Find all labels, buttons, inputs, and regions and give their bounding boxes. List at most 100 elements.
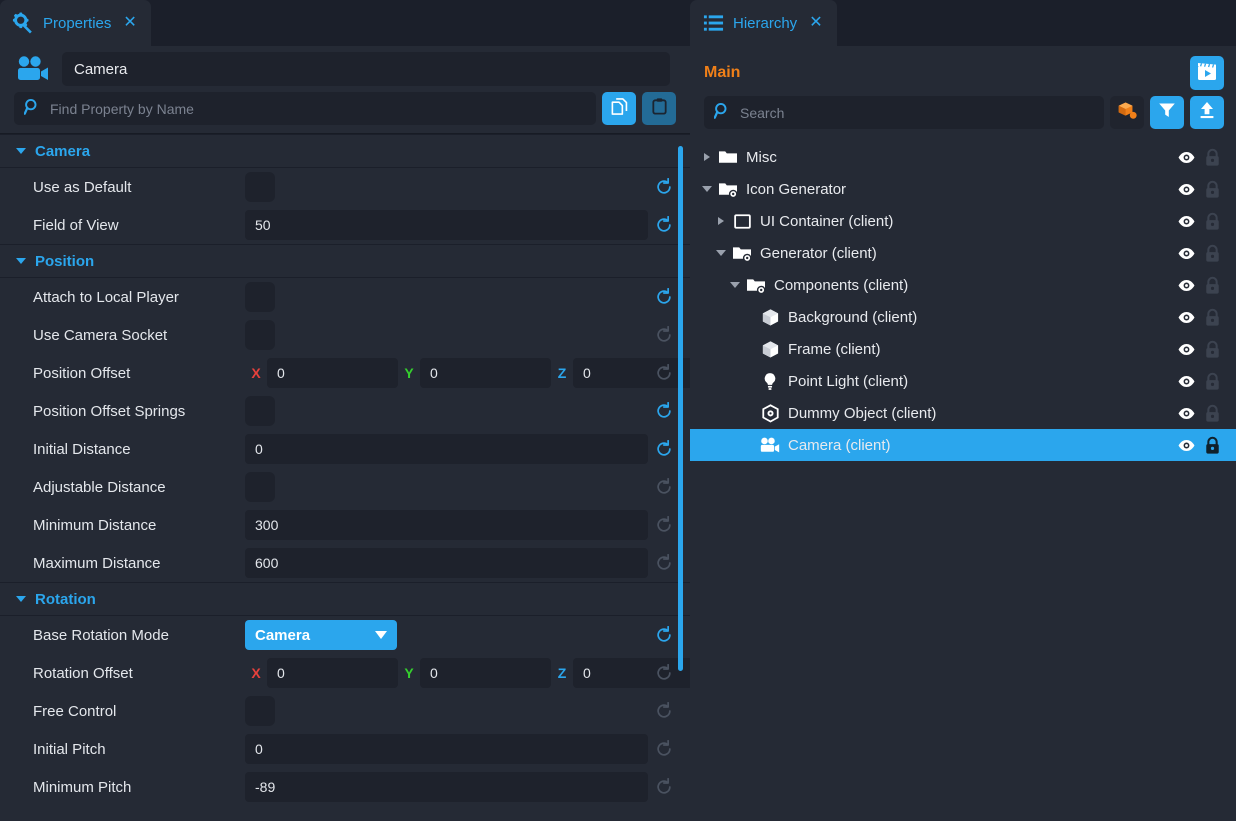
property-checkbox[interactable]: [245, 320, 275, 350]
property-search-input[interactable]: Find Property by Name: [14, 92, 596, 125]
tree-expander[interactable]: [712, 250, 730, 256]
vector3-y-input[interactable]: 0: [420, 358, 551, 388]
reset-property-button[interactable]: [648, 664, 680, 682]
reset-property-button[interactable]: [648, 326, 680, 344]
tree-expander[interactable]: [698, 153, 716, 161]
eye-icon[interactable]: [1172, 308, 1200, 327]
reset-property-button[interactable]: [648, 478, 680, 496]
paste-properties-button[interactable]: [642, 92, 676, 125]
tree-row[interactable]: Camera (client): [690, 429, 1236, 461]
property-dropdown[interactable]: Camera: [245, 620, 397, 650]
eye-icon[interactable]: [1172, 212, 1200, 231]
close-icon[interactable]: ✕: [123, 15, 136, 31]
property-text-input[interactable]: 300: [245, 510, 648, 540]
copy-properties-button[interactable]: [602, 92, 636, 125]
expand-arrow-icon[interactable]: [704, 153, 710, 161]
property-checkbox[interactable]: [245, 696, 275, 726]
tree-row[interactable]: Misc: [690, 141, 1236, 173]
lock-icon[interactable]: [1200, 244, 1224, 263]
tree-expander[interactable]: [698, 186, 716, 192]
collapse-arrow-icon[interactable]: [730, 282, 740, 288]
property-group-header[interactable]: Rotation: [0, 582, 690, 616]
reset-property-button[interactable]: [648, 178, 680, 196]
property-text-input[interactable]: 0: [245, 434, 648, 464]
reset-property-button[interactable]: [648, 554, 680, 572]
lock-icon[interactable]: [1200, 148, 1224, 167]
eye-icon[interactable]: [1172, 436, 1200, 455]
property-value: 300: [255, 517, 278, 533]
gear-object-icon: [758, 404, 782, 423]
tree-row[interactable]: Point Light (client): [690, 365, 1236, 397]
tree-row[interactable]: UI Container (client): [690, 205, 1236, 237]
expand-arrow-icon[interactable]: [718, 217, 724, 225]
reset-property-button[interactable]: [648, 216, 680, 234]
reset-property-button[interactable]: [648, 364, 680, 382]
reset-property-button[interactable]: [648, 740, 680, 758]
hierarchy-search-input[interactable]: Search: [704, 96, 1104, 129]
property-group-header[interactable]: Camera: [0, 134, 690, 168]
tree-row[interactable]: Icon Generator: [690, 173, 1236, 205]
property-checkbox[interactable]: [245, 282, 275, 312]
tree-row-label: Background (client): [782, 309, 1172, 326]
reset-property-button[interactable]: [648, 402, 680, 420]
property-checkbox[interactable]: [245, 396, 275, 426]
lock-icon[interactable]: [1200, 404, 1224, 423]
tree-row[interactable]: Components (client): [690, 269, 1236, 301]
property-text-input[interactable]: 50: [245, 210, 648, 240]
reset-property-button[interactable]: [648, 778, 680, 796]
properties-scroll-area[interactable]: CameraUse as DefaultField of View50Posit…: [0, 133, 690, 821]
properties-scrollbar[interactable]: [678, 134, 683, 821]
reset-property-button[interactable]: [648, 702, 680, 720]
lock-icon[interactable]: [1200, 308, 1224, 327]
eye-icon[interactable]: [1172, 276, 1200, 295]
eye-icon[interactable]: [1172, 244, 1200, 263]
tree-row[interactable]: Generator (client): [690, 237, 1236, 269]
property-text-input[interactable]: 600: [245, 548, 648, 578]
tree-row[interactable]: Dummy Object (client): [690, 397, 1236, 429]
eye-icon[interactable]: [1172, 148, 1200, 167]
property-checkbox[interactable]: [245, 172, 275, 202]
reset-property-button[interactable]: [648, 288, 680, 306]
reset-property-button[interactable]: [648, 626, 680, 644]
lock-icon[interactable]: [1200, 276, 1224, 295]
property-checkbox[interactable]: [245, 472, 275, 502]
tree-expander[interactable]: [712, 217, 730, 225]
cube-icon: [758, 340, 782, 359]
folder-icon: [716, 148, 740, 166]
lock-icon[interactable]: [1200, 372, 1224, 391]
tree-row[interactable]: Frame (client): [690, 333, 1236, 365]
collapse-arrow-icon[interactable]: [702, 186, 712, 192]
tree-row-label: Camera (client): [782, 437, 1172, 454]
property-group-header[interactable]: Position: [0, 244, 690, 278]
properties-scrollbar-thumb[interactable]: [678, 146, 683, 671]
lock-icon[interactable]: [1200, 180, 1224, 199]
tab-hierarchy[interactable]: Hierarchy ✕: [690, 0, 837, 46]
property-text-input[interactable]: -89: [245, 772, 648, 802]
package-button[interactable]: [1110, 96, 1144, 129]
object-name-input[interactable]: Camera: [62, 52, 670, 86]
eye-icon[interactable]: [1172, 372, 1200, 391]
eye-icon[interactable]: [1172, 180, 1200, 199]
eye-icon[interactable]: [1172, 404, 1200, 423]
reset-property-button[interactable]: [648, 440, 680, 458]
filter-button[interactable]: [1150, 96, 1184, 129]
tree-row[interactable]: Background (client): [690, 301, 1236, 333]
vector3-y-input[interactable]: 0: [420, 658, 551, 688]
collapse-arrow-icon[interactable]: [716, 250, 726, 256]
tree-row-label: Generator (client): [754, 245, 1172, 262]
close-icon[interactable]: ✕: [809, 15, 822, 31]
vector3-x-input[interactable]: 0: [267, 358, 398, 388]
upload-button[interactable]: [1190, 96, 1224, 129]
object-name-row: Camera: [0, 46, 690, 92]
tab-properties[interactable]: Properties ✕: [0, 0, 151, 46]
eye-icon[interactable]: [1172, 340, 1200, 359]
lock-icon[interactable]: [1200, 212, 1224, 231]
vector3-x-input[interactable]: 0: [267, 658, 398, 688]
tree-expander[interactable]: [726, 282, 744, 288]
reset-property-button[interactable]: [648, 516, 680, 534]
lock-icon[interactable]: [1200, 340, 1224, 359]
property-text-input[interactable]: 0: [245, 734, 648, 764]
lock-icon[interactable]: [1200, 436, 1224, 455]
scene-clapperboard-button[interactable]: [1190, 56, 1224, 90]
light-bulb-icon: [758, 372, 782, 391]
